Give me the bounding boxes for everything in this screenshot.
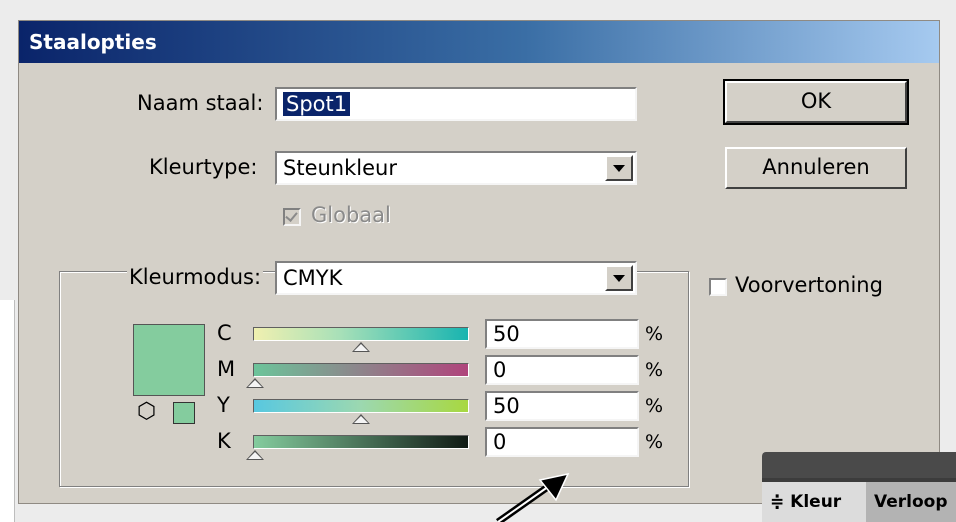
- channel-m-value: 0: [493, 358, 507, 382]
- channel-y-label: Y: [217, 393, 230, 417]
- channel-k-label: K: [217, 429, 231, 453]
- channel-m-input[interactable]: 0: [485, 355, 639, 385]
- background-window-edge: [0, 300, 15, 522]
- channel-m-slider[interactable]: [253, 363, 469, 377]
- colormode-value: CMYK: [283, 266, 343, 290]
- channel-k-unit: %: [645, 431, 664, 453]
- name-field[interactable]: Spot1: [275, 87, 637, 121]
- channel-c-input[interactable]: 50: [485, 319, 639, 349]
- colortype-value: Steunkleur: [283, 156, 397, 180]
- name-label: Naam staal:: [137, 91, 264, 115]
- colortype-select[interactable]: Steunkleur: [275, 151, 637, 185]
- channel-y-input[interactable]: 50: [485, 391, 639, 421]
- global-checkbox[interactable]: [283, 208, 301, 226]
- channel-k-value: 0: [493, 430, 507, 454]
- colortype-label: Kleurtype:: [149, 155, 258, 179]
- channel-y-slider[interactable]: [253, 399, 469, 413]
- channel-k-input[interactable]: 0: [485, 427, 639, 457]
- channel-c-unit: %: [645, 323, 664, 345]
- colormode-dropdown-button[interactable]: [605, 265, 633, 291]
- colortype-dropdown-button[interactable]: [605, 155, 633, 181]
- small-color-swatch: [173, 402, 195, 424]
- channel-k-slider[interactable]: [253, 435, 469, 449]
- global-label: Globaal: [311, 203, 391, 227]
- annotation-arrow-icon: [495, 472, 570, 522]
- colormode-label: Kleurmodus:: [127, 265, 264, 289]
- channel-c-slider[interactable]: [253, 327, 469, 341]
- dialog-title: Staalopties: [19, 21, 939, 63]
- channel-m-unit: %: [645, 359, 664, 381]
- colormode-select[interactable]: CMYK: [275, 261, 637, 295]
- tab-verloop[interactable]: Verloop: [866, 482, 956, 522]
- swatch-options-dialog: Staalopties Naam staal: Spot1 Kleurtype:…: [18, 20, 940, 504]
- channel-y-unit: %: [645, 395, 664, 417]
- preview-checkbox[interactable]: [709, 278, 727, 296]
- ok-button[interactable]: OK: [723, 79, 909, 125]
- preview-label: Voorvertoning: [735, 273, 883, 297]
- channel-c-label: C: [217, 321, 232, 345]
- tab-kleur[interactable]: ≑ Kleur: [762, 482, 866, 522]
- channel-m-label: M: [217, 357, 236, 381]
- color-preview-swatch: [133, 324, 205, 396]
- cube-icon: ⬡: [137, 399, 157, 424]
- panel-tab-bar: ≑ Kleur Verloop: [762, 478, 956, 522]
- channel-y-value: 50: [493, 394, 520, 418]
- cancel-button[interactable]: Annuleren: [725, 147, 907, 189]
- color-panel: ≑ Kleur Verloop: [762, 452, 956, 522]
- channel-c-value: 50: [493, 322, 520, 346]
- name-value: Spot1: [283, 92, 351, 116]
